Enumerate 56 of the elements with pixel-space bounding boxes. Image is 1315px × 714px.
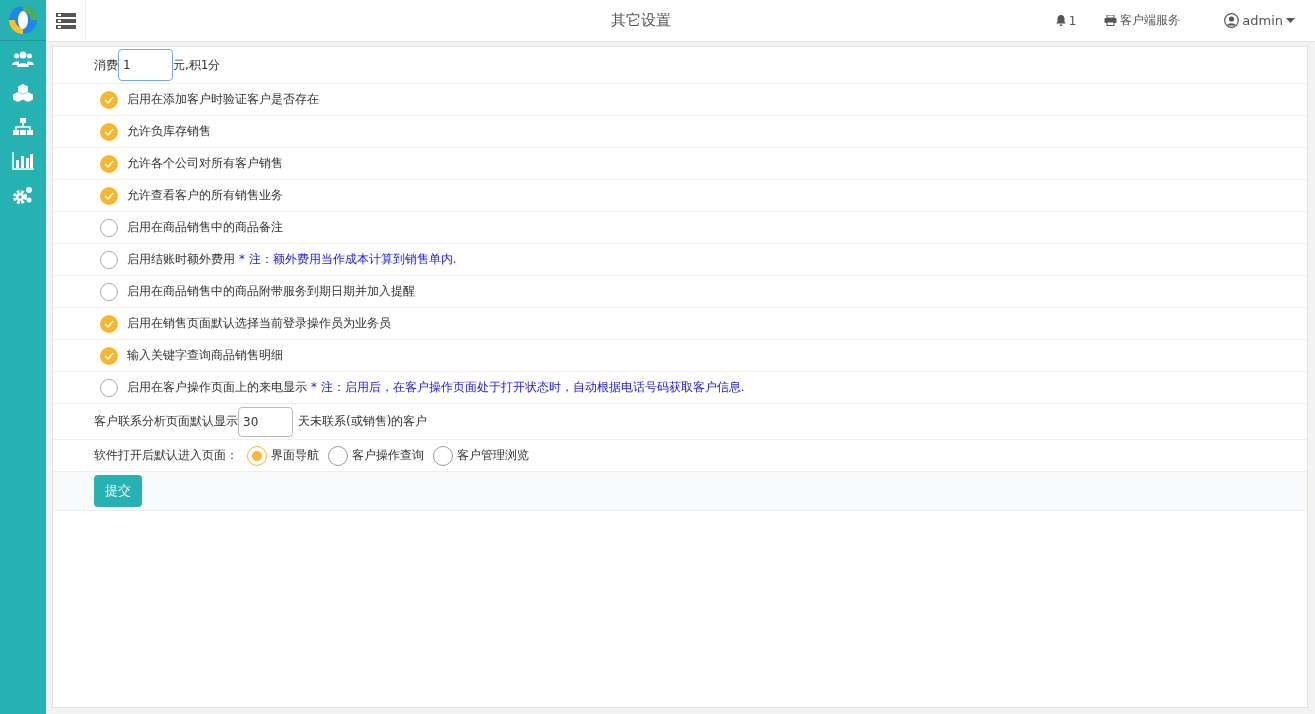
- gears-icon[interactable]: [12, 185, 34, 205]
- check-icon: [104, 351, 114, 360]
- page-title: 其它设置: [609, 11, 672, 30]
- contact-days-suffix: 天未联系(或销售)的客户: [298, 413, 428, 430]
- option-note: * 注：启用后，在客户操作页面处于打开状态时，自动根据电话号码获取客户信息.: [311, 379, 745, 396]
- checkbox[interactable]: [100, 154, 118, 173]
- checkbox[interactable]: [100, 378, 118, 397]
- option-label: 允许查看客户的所有销售业务: [127, 187, 283, 204]
- check-icon: [104, 127, 114, 136]
- checkbox[interactable]: [100, 186, 118, 205]
- radio-label: 客户操作查询: [352, 447, 424, 464]
- option-label: 允许负库存销售: [127, 123, 211, 140]
- option-label: 启用在添加客户时验证客户是否存在: [127, 91, 319, 108]
- checkbox[interactable]: [100, 346, 118, 365]
- menu-icon[interactable]: [56, 12, 76, 29]
- radio-button[interactable]: [328, 445, 348, 466]
- option-label: 启用结账时额外费用: [127, 251, 235, 268]
- logo-icon: [8, 5, 38, 35]
- radio-button[interactable]: [247, 445, 267, 466]
- option-label: 输入关键字查询商品销售明细: [127, 347, 283, 364]
- option-label: 允许各个公司对所有客户销售: [127, 155, 283, 172]
- check-icon: [104, 95, 114, 104]
- contact-days-label: 客户联系分析页面默认显示: [94, 413, 238, 430]
- radio-label: 界面导航: [271, 447, 319, 464]
- bell-icon: [1055, 15, 1066, 26]
- cubes-icon[interactable]: [12, 83, 34, 103]
- checkbox[interactable]: [100, 122, 118, 141]
- bar-chart-icon[interactable]: [12, 152, 34, 170]
- points-suffix: 元,积1分: [173, 56, 221, 74]
- checkbox[interactable]: [100, 314, 118, 333]
- option-label: 启用在商品销售中的商品备注: [127, 219, 283, 236]
- check-icon: [104, 319, 114, 328]
- caret-icon: [1286, 18, 1295, 23]
- option-label: 启用在商品销售中的商品附带服务到期日期并加入提醒: [127, 283, 415, 300]
- radio-label: 客户管理浏览: [457, 447, 529, 464]
- option-label: 启用在客户操作页面上的来电显示: [127, 379, 307, 396]
- check-icon: [104, 159, 114, 168]
- checkbox[interactable]: [100, 282, 118, 301]
- notification-link[interactable]: 1: [1055, 13, 1077, 28]
- client-service-link[interactable]: 客户端服务: [1104, 12, 1181, 29]
- days-field[interactable]: 30: [238, 406, 293, 437]
- start-page-label: 软件打开后默认进入页面：: [94, 447, 238, 464]
- option-note: * 注：额外费用当作成本计算到销售单内.: [239, 251, 457, 268]
- printer-icon: [1104, 15, 1118, 26]
- radio-button[interactable]: [433, 445, 453, 466]
- sitemap-icon[interactable]: [13, 118, 33, 136]
- user-avatar-icon: [1224, 13, 1240, 28]
- option-label: 启用在销售页面默认选择当前登录操作员为业务员: [127, 315, 391, 332]
- user-menu[interactable]: admin: [1224, 13, 1295, 28]
- checkbox[interactable]: [100, 218, 118, 237]
- amount-field[interactable]: 1: [118, 49, 173, 81]
- points-label: 消费: [94, 56, 118, 74]
- checkbox[interactable]: [100, 250, 118, 269]
- checkbox[interactable]: [100, 90, 118, 109]
- check-icon: [104, 191, 114, 200]
- users-icon[interactable]: [12, 50, 34, 68]
